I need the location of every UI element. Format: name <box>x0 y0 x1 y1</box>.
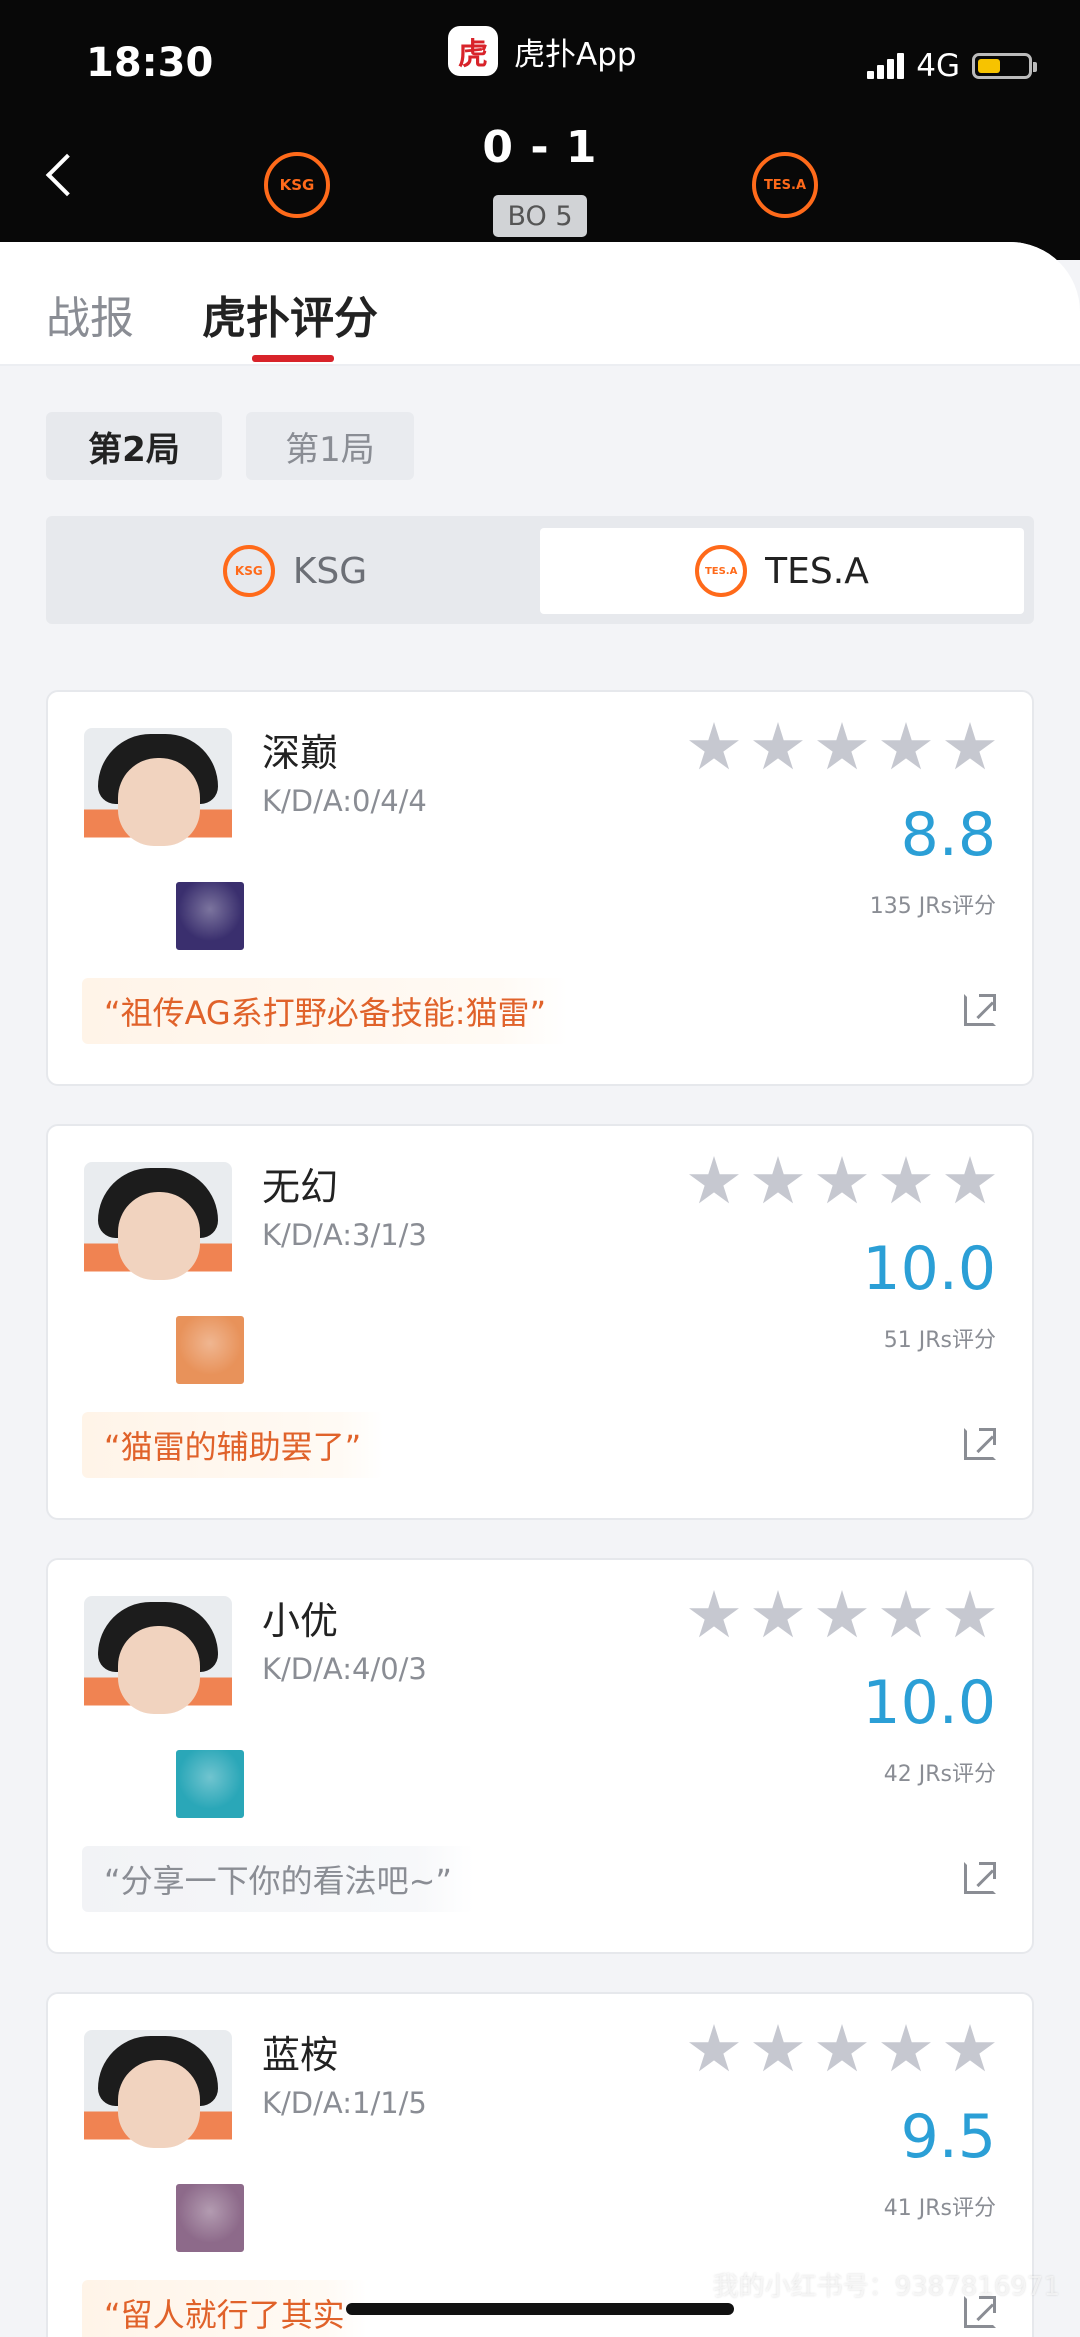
series-format-badge: BO 5 <box>493 195 587 237</box>
team-tesa-tab[interactable]: TES.A TES.A <box>540 528 1024 614</box>
rating-count: 41 JRs评分 <box>883 2196 996 2221</box>
star-icon[interactable] <box>945 1590 995 1638</box>
hupu-logo-icon: 虎 <box>448 26 498 76</box>
star-icon[interactable] <box>945 722 995 770</box>
star-icon[interactable] <box>753 1156 803 1204</box>
star-icon[interactable] <box>817 722 867 770</box>
star-icon[interactable] <box>689 722 739 770</box>
tab-bar: 战报 虎扑评分 <box>0 242 1080 366</box>
tab-report[interactable]: 战报 <box>46 282 134 346</box>
player-avatar <box>84 1596 232 1744</box>
rating-stars[interactable] <box>688 1156 996 1208</box>
star-icon[interactable] <box>753 1590 803 1638</box>
hero-avatar <box>174 880 246 952</box>
ksg-logo-icon: KSG <box>222 545 275 597</box>
star-icon[interactable] <box>689 2024 739 2072</box>
player-rating: 10.0 <box>862 1668 996 1738</box>
app-badge[interactable]: 虎 虎扑App <box>448 26 637 76</box>
top-comment[interactable]: “祖传AG系打野必备技能:猫雷” <box>82 978 569 1044</box>
player-card[interactable]: 无幻 K/D/A:3/1/3 10.0 51 JRs评分 “猫雷的辅助罢了” <box>46 1124 1034 1520</box>
watermark: 我的小红书号：9387816971 <box>712 2272 1060 2302</box>
team-ksg-tab[interactable]: KSG KSG <box>56 528 534 614</box>
player-avatar <box>84 2030 232 2178</box>
tesa-logo-icon: TES.A <box>695 545 748 597</box>
player-kda: K/D/A:3/1/3 <box>262 1218 427 1252</box>
star-icon[interactable] <box>817 2024 867 2072</box>
share-icon[interactable] <box>964 1428 996 1460</box>
player-avatar <box>84 728 232 876</box>
player-name: 无幻 <box>262 1165 339 1209</box>
rating-count: 51 JRs评分 <box>883 1328 996 1353</box>
player-avatar <box>84 1162 232 1310</box>
share-icon[interactable] <box>964 1862 996 1894</box>
star-icon[interactable] <box>753 2024 803 2072</box>
match-score: 0 - 1 <box>482 122 598 173</box>
network-label: 4G <box>916 48 960 84</box>
player-rating: 9.5 <box>900 2102 996 2172</box>
player-kda: K/D/A:4/0/3 <box>262 1652 427 1686</box>
player-name: 小优 <box>262 1599 339 1643</box>
player-card[interactable]: 深巅 K/D/A:0/4/4 8.8 135 JRs评分 “祖传AG系打野必备技… <box>46 690 1034 1086</box>
rating-count: 135 JRs评分 <box>869 894 996 919</box>
player-name: 蓝桉 <box>262 2033 339 2077</box>
active-tab-indicator <box>252 355 334 362</box>
star-icon[interactable] <box>689 1590 739 1638</box>
app-name: 虎扑App <box>514 36 637 73</box>
rating-stars[interactable] <box>688 1590 996 1642</box>
signal-icon <box>867 53 905 79</box>
battery-icon <box>972 53 1037 79</box>
game-1-button[interactable]: 第1局 <box>246 412 414 480</box>
tab-hupu-rating[interactable]: 虎扑评分 <box>202 282 378 346</box>
top-comment[interactable]: “留人就行了其实 <box>82 2280 367 2337</box>
player-kda: K/D/A:0/4/4 <box>262 784 427 818</box>
star-icon[interactable] <box>689 1156 739 1204</box>
rating-count: 42 JRs评分 <box>883 1762 996 1787</box>
star-icon[interactable] <box>881 722 931 770</box>
match-header: 18:30 虎 虎扑App 4G KSG 0 - 1 BO 5 TES.A <box>0 0 1080 260</box>
star-icon[interactable] <box>881 2024 931 2072</box>
status-time: 18:30 <box>86 40 214 86</box>
status-indicators: 4G <box>867 48 1037 84</box>
hero-avatar <box>174 2182 246 2254</box>
team-label: TES.A <box>765 550 869 592</box>
player-kda: K/D/A:1/1/5 <box>262 2086 427 2120</box>
team-label: KSG <box>292 550 368 592</box>
team-switcher: KSG KSG TES.A TES.A <box>46 516 1034 624</box>
player-rating: 8.8 <box>900 800 996 870</box>
content-panel: 战报 虎扑评分 第2局 第1局 KSG KSG TES.A TES.A 深巅 K… <box>0 242 1080 2337</box>
star-icon[interactable] <box>753 722 803 770</box>
tesa-logo-icon[interactable]: TES.A <box>752 152 818 218</box>
player-rating: 10.0 <box>862 1234 996 1304</box>
comment-prompt[interactable]: “分享一下你的看法吧~” <box>82 1846 474 1912</box>
star-icon[interactable] <box>817 1590 867 1638</box>
share-icon[interactable] <box>964 994 996 1026</box>
player-card[interactable]: 小优 K/D/A:4/0/3 10.0 42 JRs评分 “分享一下你的看法吧~… <box>46 1558 1034 1954</box>
rating-stars[interactable] <box>688 722 996 774</box>
star-icon[interactable] <box>817 1156 867 1204</box>
hero-avatar <box>174 1748 246 1820</box>
home-indicator[interactable] <box>346 2303 734 2315</box>
hero-avatar <box>174 1314 246 1386</box>
star-icon[interactable] <box>881 1590 931 1638</box>
top-comment[interactable]: “猫雷的辅助罢了” <box>82 1412 384 1478</box>
star-icon[interactable] <box>945 2024 995 2072</box>
star-icon[interactable] <box>945 1156 995 1204</box>
rating-stars[interactable] <box>688 2024 996 2076</box>
star-icon[interactable] <box>881 1156 931 1204</box>
game-2-button[interactable]: 第2局 <box>46 412 222 480</box>
player-name: 深巅 <box>262 731 339 775</box>
